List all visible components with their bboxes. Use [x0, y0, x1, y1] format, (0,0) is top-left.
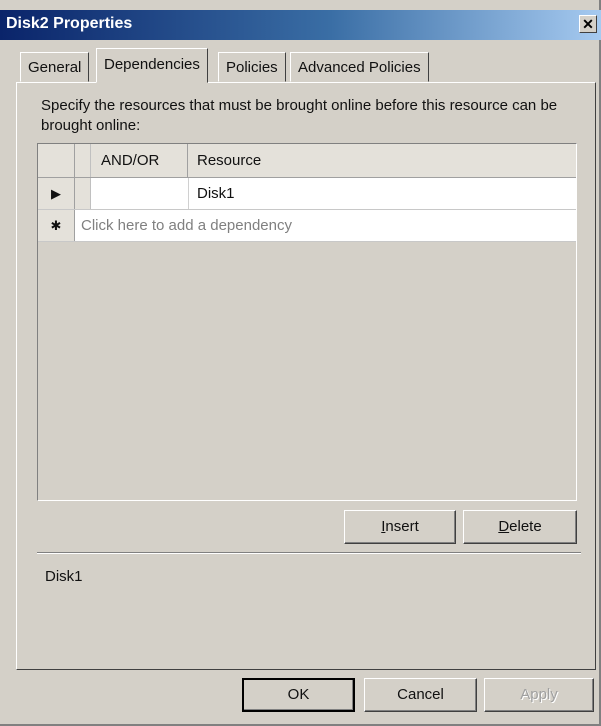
tab-label: Advanced Policies — [298, 59, 421, 76]
delete-button[interactable]: Delete — [463, 510, 577, 544]
close-button[interactable]: ✕ — [579, 15, 597, 33]
instructions-text: Specify the resources that must be broug… — [41, 97, 558, 134]
cell-divider — [188, 178, 189, 209]
new-row[interactable]: ✱ Click here to add a dependency — [38, 210, 576, 242]
close-icon: ✕ — [582, 16, 594, 32]
window-title: Disk2 Properties — [6, 15, 133, 32]
add-dependency-placeholder[interactable]: Click here to add a dependency — [81, 217, 292, 234]
new-row-asterisk-icon: ✱ — [38, 210, 75, 241]
ok-button[interactable]: OK — [242, 678, 355, 712]
row-header-corner — [38, 144, 75, 177]
table-row[interactable]: ▶ Disk1 — [38, 178, 576, 210]
row-subheader — [75, 178, 91, 209]
apply-button[interactable]: Apply — [484, 678, 594, 712]
current-row-arrow-icon: ▶ — [38, 178, 75, 209]
tab-policies[interactable]: Policies — [218, 52, 286, 82]
resource-cell[interactable]: Disk1 — [197, 185, 235, 202]
delete-mnemonic: D — [498, 518, 510, 535]
delete-label: elete — [509, 518, 542, 535]
insert-button[interactable]: Insert — [344, 510, 456, 544]
column-header-resource[interactable]: Resource — [188, 144, 576, 177]
tab-label: General — [28, 59, 82, 76]
grid-header: AND/OR Resource — [38, 144, 576, 178]
tab-advanced-policies[interactable]: Advanced Policies — [290, 52, 429, 82]
dependencies-grid[interactable]: AND/OR Resource ▶ Disk1 ✱ Click here to … — [37, 143, 577, 501]
tab-label: Policies — [226, 59, 278, 76]
insert-label: nsert — [385, 518, 419, 535]
tab-general[interactable]: General — [20, 52, 90, 82]
cancel-button[interactable]: Cancel — [364, 678, 477, 712]
divider — [37, 552, 581, 554]
properties-dialog: Disk2 Properties ✕ General Dependencies … — [0, 0, 601, 726]
column-header-and-or[interactable]: AND/OR — [91, 144, 188, 177]
column-header-spacer — [75, 144, 91, 177]
selected-dependency-text: Disk1 — [45, 568, 83, 585]
tab-label: Dependencies — [104, 56, 200, 73]
tab-dependencies[interactable]: Dependencies — [96, 48, 208, 83]
title-bar: Disk2 Properties ✕ — [0, 10, 601, 40]
column-header-label: Resource — [197, 152, 262, 169]
column-header-label: AND/OR — [101, 152, 160, 169]
